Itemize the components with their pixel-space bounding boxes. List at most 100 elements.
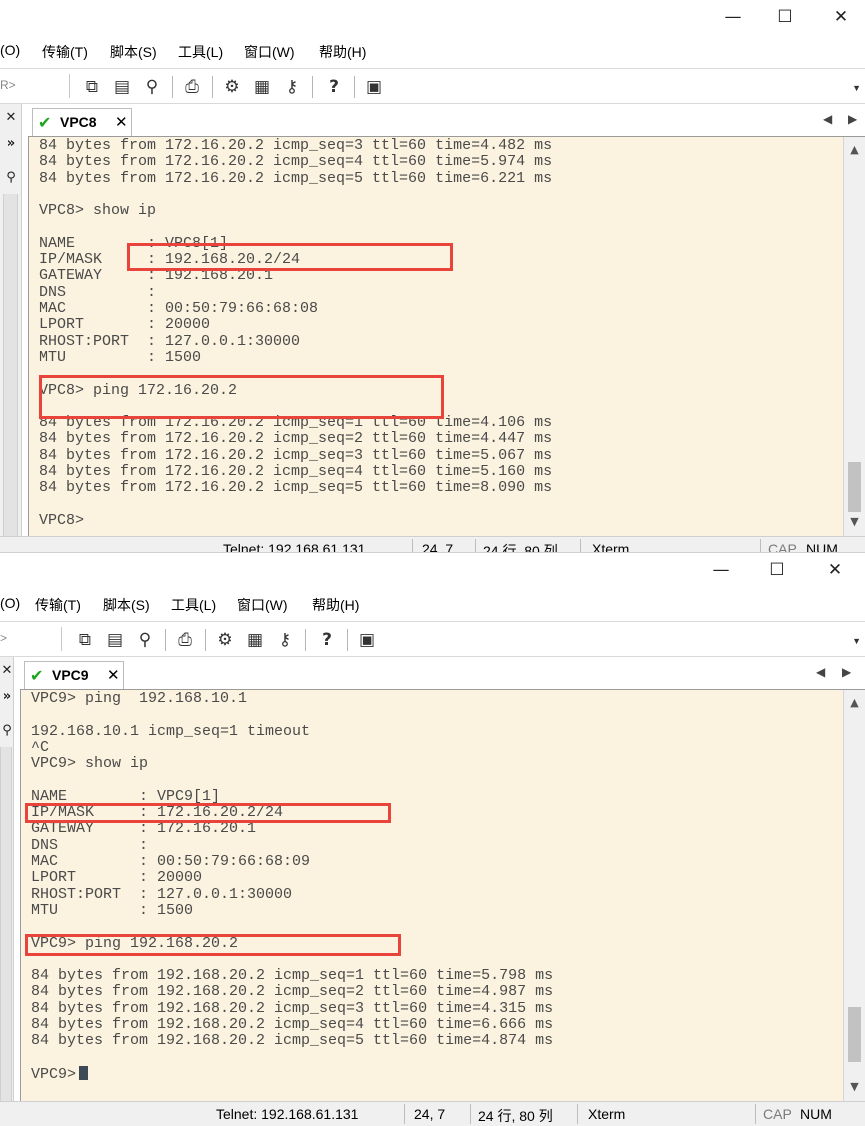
vertical-scrollbar[interactable]: ▲ ▼ xyxy=(843,137,865,536)
menu-help[interactable]: 帮助(H) xyxy=(319,42,366,62)
terminal-line-text: VPC9> xyxy=(31,1065,77,1083)
paste-icon[interactable]: ▤ xyxy=(110,75,134,99)
scroll-up-icon[interactable]: ▲ xyxy=(844,141,865,159)
tab-scroll-right-icon[interactable]: ▶ xyxy=(848,112,857,126)
find-icon[interactable]: ⚲ xyxy=(140,75,164,99)
help-icon[interactable]: ? xyxy=(322,75,346,99)
print-icon[interactable]: ⎙ xyxy=(180,75,204,99)
tab-close-icon[interactable]: ✕ xyxy=(115,113,128,131)
menu-bar: (O) 传输(T) 脚本(S) 工具(L) 窗口(W) 帮助(H) xyxy=(0,589,865,621)
minimize-icon[interactable]: — xyxy=(706,557,736,583)
settings-icon[interactable]: ⚙ xyxy=(213,628,237,652)
terminal-line: LPORT : 20000 xyxy=(39,317,210,333)
terminal-line-text: RHOST:PORT : 127.0.0.1:30000 xyxy=(31,885,293,903)
session-manager-pane: ✕ » ⚲ xyxy=(0,657,14,1101)
pane-expand-icon[interactable]: » xyxy=(0,134,22,154)
menu-transfer[interactable]: 传输(T) xyxy=(42,42,88,62)
tab-close-icon[interactable]: ✕ xyxy=(107,666,120,684)
scroll-down-icon[interactable]: ▼ xyxy=(844,1078,865,1096)
connected-check-icon: ✔ xyxy=(30,666,44,685)
menu-window[interactable]: 窗口(W) xyxy=(244,42,295,62)
status-term: Xterm xyxy=(588,1106,626,1122)
tab-vpc9[interactable]: ✔ VPC9 ✕ xyxy=(24,661,124,689)
maximize-icon[interactable]: ☐ xyxy=(762,557,792,583)
terminal-line-text: MAC : 00:50:79:66:68:08 xyxy=(39,300,319,317)
status-term: Xterm xyxy=(592,541,630,552)
key-icon[interactable]: ⚷ xyxy=(273,628,297,652)
status-divider xyxy=(755,1104,756,1124)
terminal-line-text: VPC9> ping 192.168.10.1 xyxy=(31,690,248,707)
pane-scrollbar[interactable] xyxy=(3,194,18,536)
text-cursor xyxy=(79,1065,89,1080)
menu-script[interactable]: 脚本(S) xyxy=(103,595,150,615)
terminal-line-text: 84 bytes from 172.16.20.2 icmp_seq=3 ttl… xyxy=(39,446,553,464)
terminal-view[interactable]: VPC9> ping 192.168.10.1 192.168.10.1 icmp… xyxy=(20,689,865,1101)
tab-vpc8[interactable]: ✔ VPC8 ✕ xyxy=(32,108,132,136)
status-divider xyxy=(470,1104,471,1124)
menu-tools[interactable]: 工具(L) xyxy=(171,595,216,615)
status-divider xyxy=(412,539,413,552)
print-icon[interactable]: ⎙ xyxy=(173,628,197,652)
map-icon[interactable]: ▣ xyxy=(355,628,379,652)
terminal-line-text: VPC8> show ip xyxy=(39,202,157,220)
terminal-line: MAC : 00:50:79:66:68:09 xyxy=(31,854,310,870)
terminal-line: DNS : xyxy=(31,837,148,854)
session-manager-pane: ✕ » ⚲ xyxy=(0,104,22,536)
terminal-line-text: LPORT : 20000 xyxy=(31,869,203,887)
menu-script[interactable]: 脚本(S) xyxy=(110,42,157,62)
vertical-scrollbar[interactable]: ▲ ▼ xyxy=(843,690,865,1101)
keymap-icon[interactable]: ▦ xyxy=(243,628,267,652)
scroll-thumb[interactable] xyxy=(848,462,861,512)
scroll-thumb[interactable] xyxy=(848,1007,861,1062)
menu-transfer[interactable]: 传输(T) xyxy=(35,595,81,615)
terminal-line: 84 bytes from 192.168.20.2 icmp_seq=3 tt… xyxy=(31,1000,553,1017)
status-divider xyxy=(577,1104,578,1124)
toolbar-overflow-icon[interactable]: ▼ xyxy=(852,83,861,93)
key-icon[interactable]: ⚷ xyxy=(280,75,304,99)
terminal-view[interactable]: 84 bytes from 172.16.20.2 icmp_seq=3 ttl… xyxy=(28,136,865,536)
map-icon[interactable]: ▣ xyxy=(362,75,386,99)
close-icon[interactable]: ✕ xyxy=(820,557,850,583)
toolbar: > ⧉ ▤ ⚲ ⎙ ⚙ ▦ ⚷ ? ▣ ▼ xyxy=(0,621,865,657)
terminal-line: 192.168.10.1 icmp_seq=1 timeout xyxy=(31,722,311,740)
terminal-line-text: 84 bytes from 172.16.20.2 icmp_seq=5 ttl… xyxy=(39,479,553,497)
keymap-icon[interactable]: ▦ xyxy=(250,75,274,99)
toolbar-separator xyxy=(347,629,348,651)
terminal-line: LPORT : 20000 xyxy=(31,870,202,886)
maximize-icon[interactable]: ☐ xyxy=(770,4,800,30)
pane-close-icon[interactable]: ✕ xyxy=(0,661,14,681)
minimize-icon[interactable]: — xyxy=(718,4,748,30)
menu-tools[interactable]: 工具(L) xyxy=(178,42,223,62)
toolbar-overflow-icon[interactable]: ▼ xyxy=(852,636,861,646)
pane-scrollbar[interactable] xyxy=(0,747,12,1101)
pane-close-icon[interactable]: ✕ xyxy=(0,108,22,128)
terminal-line: VPC8> show ip xyxy=(39,203,156,219)
menu-window[interactable]: 窗口(W) xyxy=(237,595,288,615)
terminal-line-text: 192.168.10.1 icmp_seq=1 timeout xyxy=(31,722,311,740)
session-combo[interactable]: > xyxy=(0,627,62,651)
scroll-up-icon[interactable]: ▲ xyxy=(844,694,865,712)
tab-scroll-left-icon[interactable]: ◀ xyxy=(823,112,832,126)
toolbar: R> ⧉ ▤ ⚲ ⎙ ⚙ ▦ ⚷ ? ▣ ▼ xyxy=(0,68,865,104)
paste-icon[interactable]: ▤ xyxy=(103,628,127,652)
copy-icon[interactable]: ⧉ xyxy=(73,628,97,652)
terminal-line: GATEWAY : 172.16.20.1 xyxy=(31,821,256,837)
close-icon[interactable]: ✕ xyxy=(826,4,856,30)
copy-icon[interactable]: ⧉ xyxy=(80,75,104,99)
settings-icon[interactable]: ⚙ xyxy=(220,75,244,99)
tab-scroll-left-icon[interactable]: ◀ xyxy=(816,665,825,679)
tab-scroll-right-icon[interactable]: ▶ xyxy=(842,665,851,679)
status-divider xyxy=(760,539,761,552)
help-icon[interactable]: ? xyxy=(315,628,339,652)
status-num: NUM xyxy=(800,1106,832,1122)
menu-help[interactable]: 帮助(H) xyxy=(312,595,359,615)
scroll-down-icon[interactable]: ▼ xyxy=(844,513,865,531)
search-icon[interactable]: ⚲ xyxy=(0,721,14,741)
pane-expand-icon[interactable]: » xyxy=(0,687,14,707)
session-combo[interactable]: R> xyxy=(0,74,70,98)
toolbar-separator xyxy=(172,76,173,98)
search-icon[interactable]: ⚲ xyxy=(0,168,22,188)
menu-options[interactable]: (O) xyxy=(0,595,20,611)
find-icon[interactable]: ⚲ xyxy=(133,628,157,652)
menu-options[interactable]: (O) xyxy=(0,42,20,58)
